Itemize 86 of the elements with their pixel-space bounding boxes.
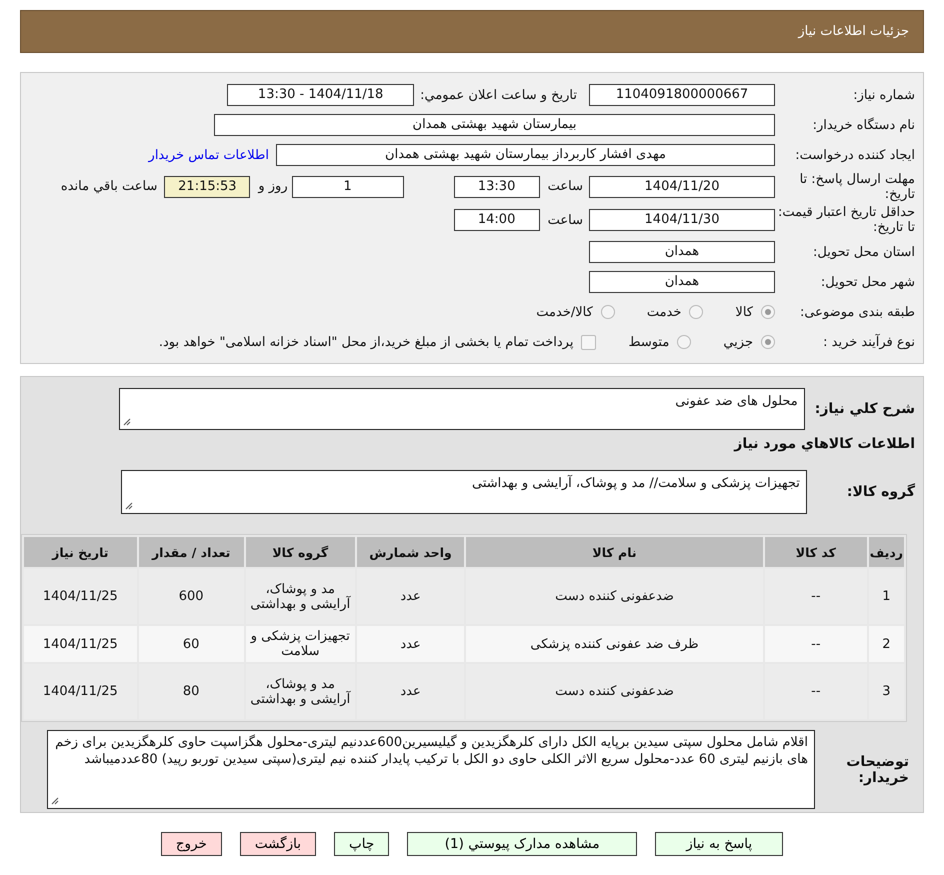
action-button[interactable]: مشاهده مدارک پیوستي (1) bbox=[407, 832, 638, 856]
field-label: شهر محل تحویل: bbox=[820, 274, 916, 290]
option-label: جزيي bbox=[723, 334, 753, 350]
checkbox-label: پرداخت تمام یا بخشی از مبلغ خرید،از محل "اسناد خزانه اسلامی" خواهد بود. bbox=[158, 334, 574, 350]
requester-field: مهدی افشار کاربرداز بیمارستان شهید بهشتی همدان bbox=[276, 144, 775, 166]
table-cell: مد و پوشاک، آرایشی و بهداشتی bbox=[246, 569, 355, 624]
section-title: اطلاعات کالاهاي مورد نیاز bbox=[732, 435, 916, 452]
field-label: ساعت باقي مانده bbox=[60, 179, 158, 194]
deadline-date-field: 1404/11/20 bbox=[589, 176, 775, 198]
field-label: تاریخ و ساعت اعلان عمومي: bbox=[420, 88, 577, 102]
table-cell: ضدعفونی کننده دست bbox=[466, 569, 763, 624]
action-button[interactable]: خروج bbox=[160, 832, 222, 856]
radio-button[interactable] bbox=[677, 335, 692, 349]
resize-grip-icon[interactable] bbox=[122, 418, 131, 426]
page-title: جزئیات اطلاعات نیاز bbox=[798, 24, 909, 39]
field-label: نام دستگاه خریدار: bbox=[812, 118, 916, 132]
table-cell: -- bbox=[764, 626, 867, 662]
option-label: خدمت bbox=[646, 304, 682, 320]
radio-button[interactable] bbox=[761, 305, 775, 319]
table-cell: -- bbox=[764, 664, 867, 719]
field-label: توضیحات خریدار: bbox=[845, 754, 909, 786]
validity-date-field: 1404/11/30 bbox=[589, 209, 775, 232]
field-label: مهلت ارسال پاسخ: تا تاریخ: bbox=[798, 172, 916, 202]
table-cell: 3 bbox=[868, 664, 904, 719]
field-label: ایجاد کننده درخواست: bbox=[794, 148, 916, 162]
column-header: تاریخ نیاز bbox=[24, 537, 137, 567]
field-label: نوع فرآیند خرید : bbox=[822, 334, 916, 350]
field-label: استان محل تحویل: bbox=[812, 244, 916, 260]
column-header: نام کالا bbox=[466, 537, 763, 567]
resize-grip-icon[interactable] bbox=[51, 797, 59, 805]
field-label: شماره نیاز: bbox=[852, 88, 916, 102]
table-cell: 60 bbox=[138, 626, 244, 662]
remaining-time-field: 21:15:53 bbox=[164, 176, 250, 198]
table-cell: 80 bbox=[138, 664, 244, 719]
goods-group-field[interactable]: تجهیزات پزشکی و سلامت// مد و پوشاک، آرایشی و بهداشتی bbox=[120, 470, 807, 514]
field-label: گروه کالا: bbox=[846, 484, 915, 500]
radio-button[interactable] bbox=[600, 305, 615, 319]
radio-button[interactable] bbox=[689, 305, 704, 319]
action-button[interactable]: چاپ bbox=[334, 832, 390, 856]
action-button[interactable]: بازگشت bbox=[240, 832, 316, 856]
table-cell: مد و پوشاک، آرایشی و بهداشتی bbox=[246, 664, 355, 719]
field-label: حداقل تاریخ اعتبار قیمت: تا تاریخ: bbox=[776, 205, 916, 236]
column-header: گروه کالا bbox=[246, 537, 355, 567]
table-cell: 1404/11/25 bbox=[24, 569, 137, 624]
option-label: کالا bbox=[735, 304, 753, 320]
deadline-time-field: 13:30 bbox=[454, 176, 540, 198]
description-field[interactable]: محلول های ضد عفونی bbox=[118, 388, 805, 430]
option-label: متوسط bbox=[628, 334, 670, 350]
table-cell: 1404/11/25 bbox=[24, 626, 137, 662]
table-cell: عدد bbox=[356, 664, 464, 719]
field-label: طبقه بندی موضوعی: bbox=[798, 304, 916, 320]
field-label: ساعت bbox=[548, 212, 583, 228]
table-cell: 2 bbox=[868, 626, 904, 662]
radio-button[interactable] bbox=[761, 335, 775, 349]
table-cell: 1 bbox=[868, 569, 904, 624]
table-cell: عدد bbox=[356, 626, 464, 662]
field-value: تجهیزات پزشکی و سلامت// مد و پوشاک، آرایشی و بهداشتی bbox=[472, 476, 800, 491]
table-cell: -- bbox=[764, 569, 867, 624]
column-header: ردیف bbox=[868, 537, 904, 567]
option-label: کالا/خدمت bbox=[536, 304, 593, 320]
announce-date-field: 1404/11/18 - 13:30 bbox=[227, 84, 414, 106]
field-label: شرح کلي نیاز: bbox=[814, 401, 915, 417]
table-cell: ظرف ضد عفونی کننده پزشکی bbox=[466, 626, 763, 662]
table-cell: ضدعفونی کننده دست bbox=[466, 664, 763, 719]
need-number-field: 1104091800000667 bbox=[589, 84, 775, 106]
province-field: همدان bbox=[589, 241, 775, 263]
city-field: همدان bbox=[589, 271, 775, 293]
checkbox[interactable] bbox=[581, 334, 596, 350]
table-cell: 600 bbox=[138, 569, 244, 624]
field-value: اقلام شامل محلول سپتی سیدین برپایه الکل دارای کلرهگزیدین و گیلیسیرین600عددنیم لیتری-محلول هگزاسپت حاوی کلرهگزیدین برای زخم های بازنیم لیتری 60 عدد-محلول سریع الاثر الکلی حاوی دو الکل با ترکیب پایدار کننده نیم لیتری(سپتی سیدین توربو رپید) 80عددمیباشد bbox=[55, 735, 808, 767]
resize-grip-icon[interactable] bbox=[124, 502, 133, 510]
table-cell: 1404/11/25 bbox=[24, 664, 137, 719]
field-label: ساعت bbox=[548, 179, 583, 194]
table-cell: عدد bbox=[356, 569, 464, 624]
action-button[interactable]: پاسخ به نیاز bbox=[655, 832, 784, 856]
column-header: کد کالا bbox=[764, 537, 867, 567]
buyer-contact-link[interactable]: اطلاعات تماس خریدار bbox=[148, 148, 269, 162]
notes-field[interactable] bbox=[47, 730, 815, 809]
validity-time-field: 14:00 bbox=[454, 209, 540, 232]
column-header: تعداد / مقدار bbox=[138, 537, 244, 567]
column-header: واحد شمارش bbox=[356, 537, 464, 567]
field-value: محلول های ضد عفونی bbox=[675, 394, 798, 409]
table-cell: تجهیزات پزشکی و سلامت bbox=[246, 626, 355, 662]
days-field: 1 bbox=[292, 176, 404, 198]
field-label: روز و bbox=[258, 179, 288, 194]
buyer-field: بیمارستان شهید بهشتی همدان bbox=[214, 114, 775, 136]
